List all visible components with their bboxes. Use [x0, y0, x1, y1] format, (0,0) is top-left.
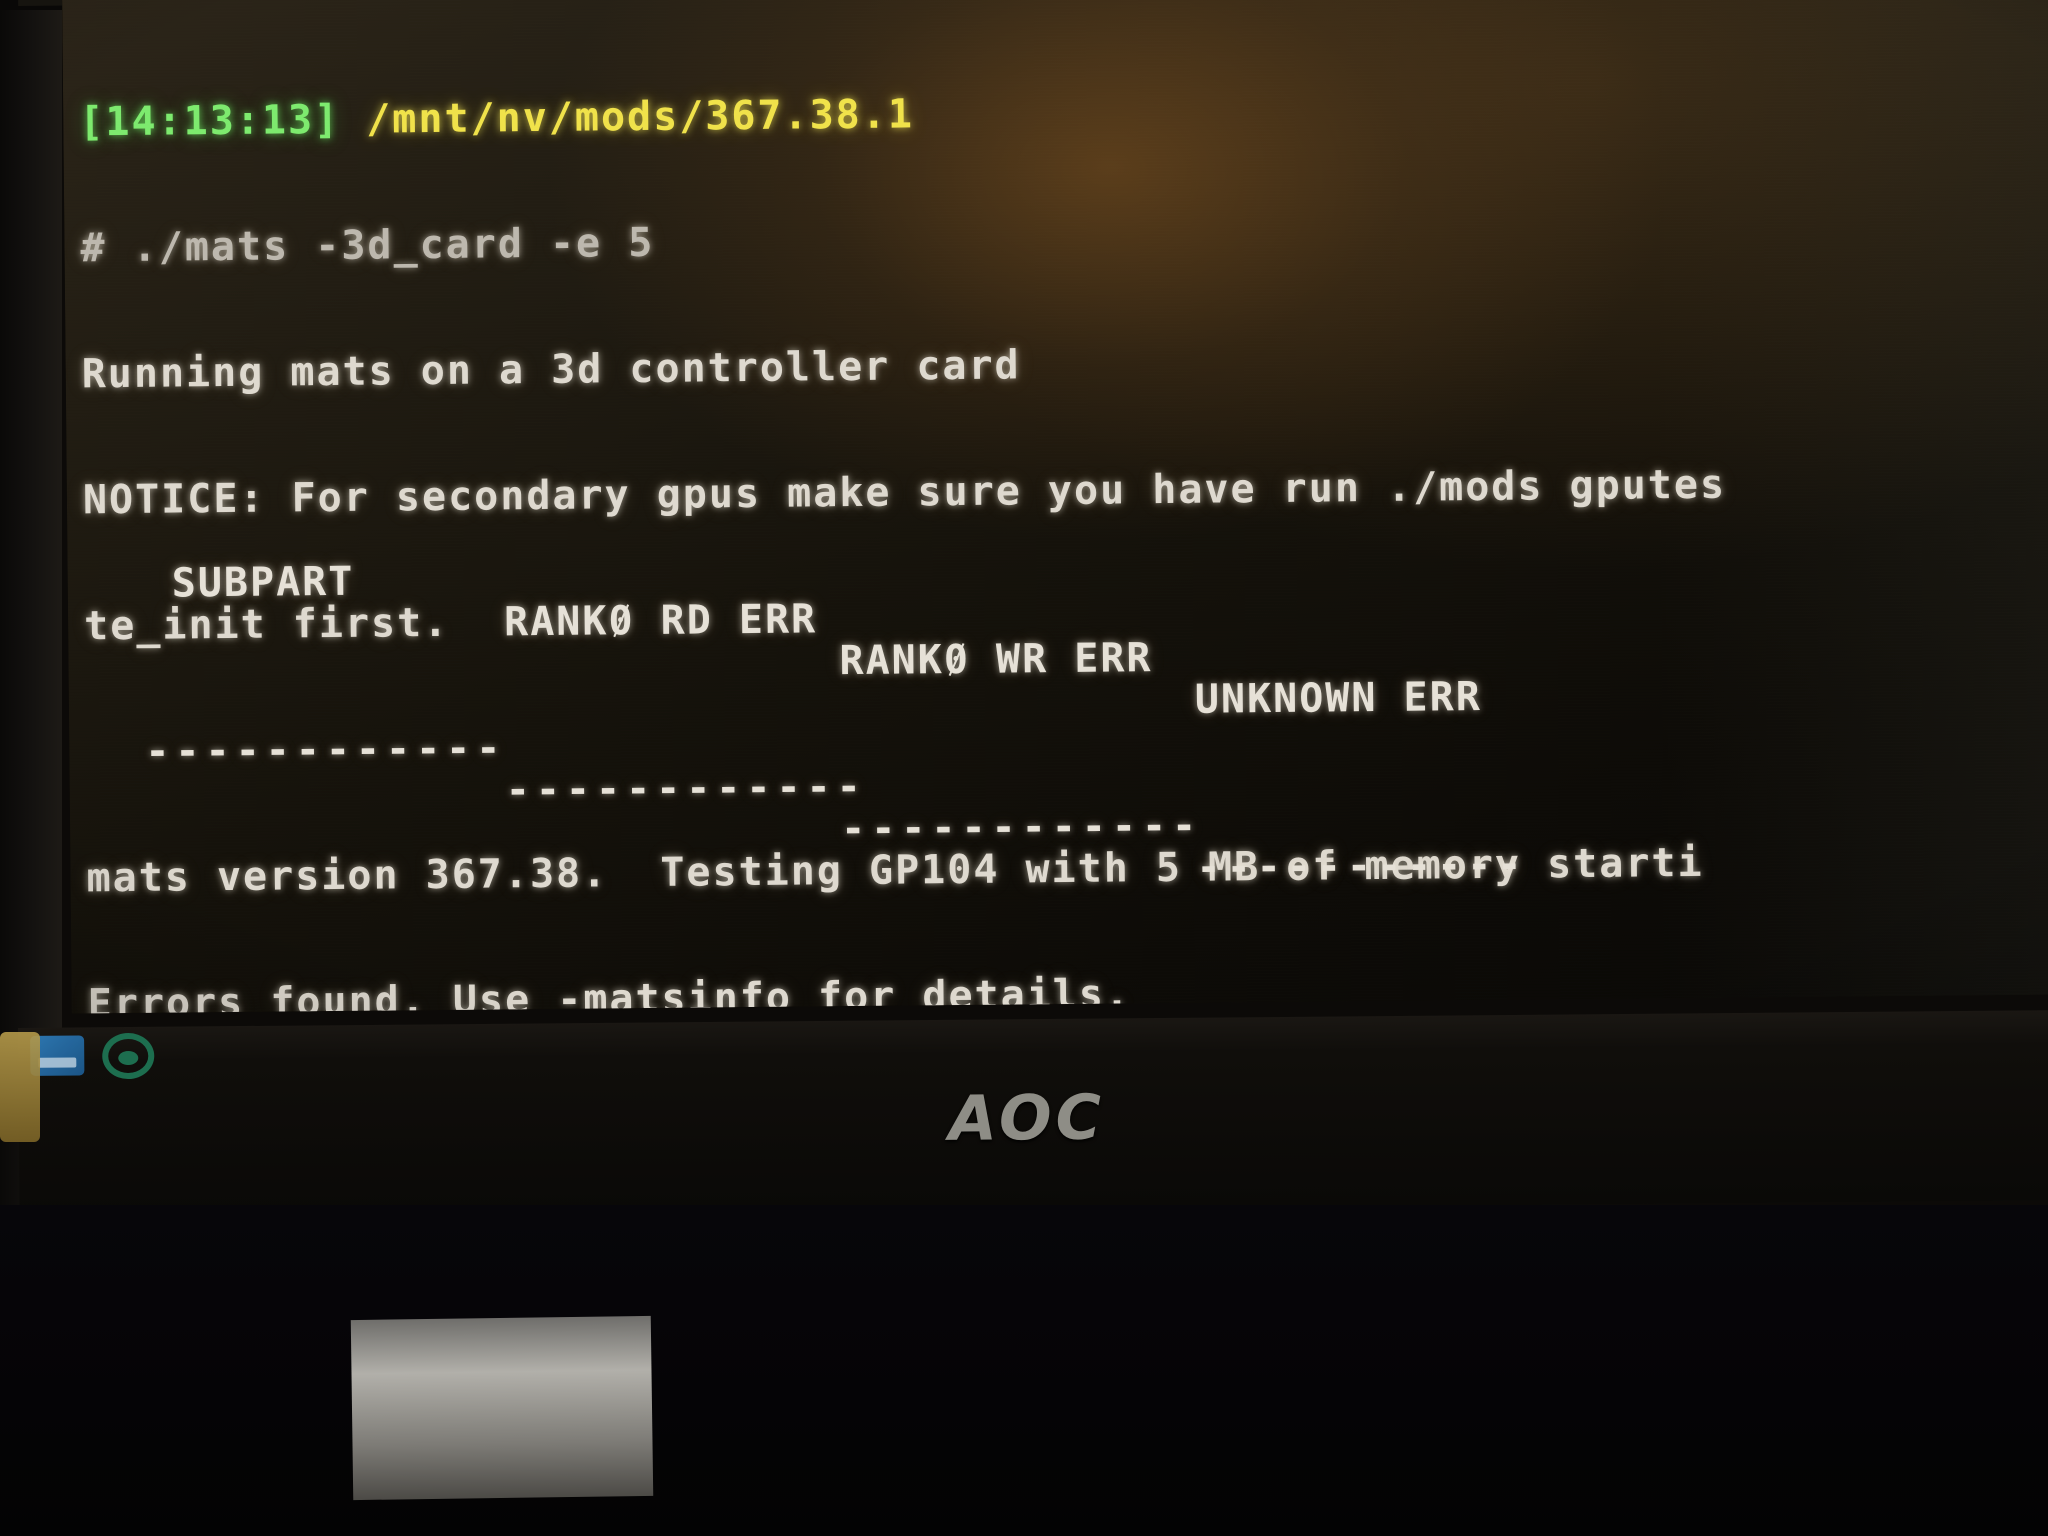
error-table: SUBPART RANK0 RD ERR RANK0 WR ERR UNKNOW… [82, 376, 2048, 1014]
prompt-timestamp: [14:13:13] [79, 96, 341, 146]
header-rank0-wr-err: RANK0 WR ERR [839, 635, 1153, 685]
header-rank0-rd-err: RANK0 RD ERR [503, 596, 818, 646]
aoc-monitor: [14:13:13] /mnt/nv/mods/367.38.1 # ./mat… [18, 0, 2048, 1066]
table-row: FBIOA[ 31: 0] 0 0 0 [88, 986, 2048, 1014]
header-subpart: SUBPART [171, 558, 355, 607]
eco-led-green-icon [102, 1032, 155, 1080]
separator-subpart: ------------ [145, 725, 507, 775]
console-screen: [14:13:13] /mnt/nv/mods/367.38.1 # ./mat… [62, 0, 2048, 1014]
table-header-row: SUBPART RANK0 RD ERR RANK0 WR ERR UNKNOW… [83, 502, 2048, 723]
monitor-bottom-bezel: AOC [18, 1010, 2048, 1218]
separator-unknown-err: ----------- [1196, 841, 1528, 891]
prompt-line: [14:13:13] /mnt/nv/mods/367.38.1 [79, 82, 2048, 146]
separator-rank0-wr-err: ------------ [840, 802, 1203, 853]
command-line: # ./mats -3d_card -e 5 [80, 219, 655, 272]
photograph-of-monitor: [14:13:13] /mnt/nv/mods/367.38.1 # ./mat… [0, 0, 2048, 1536]
monitor-screen-area: [14:13:13] /mnt/nv/mods/367.38.1 # ./mat… [62, 0, 2048, 1014]
background-desk [0, 1205, 2048, 1536]
separator-rank0-rd-err: ------------ [505, 763, 867, 814]
aoc-brand-logo: AOC [948, 1080, 1106, 1155]
background-cable [0, 1032, 40, 1142]
background-object [350, 1315, 654, 1501]
prompt-path: /mnt/nv/mods/367.38.1 [366, 91, 915, 143]
